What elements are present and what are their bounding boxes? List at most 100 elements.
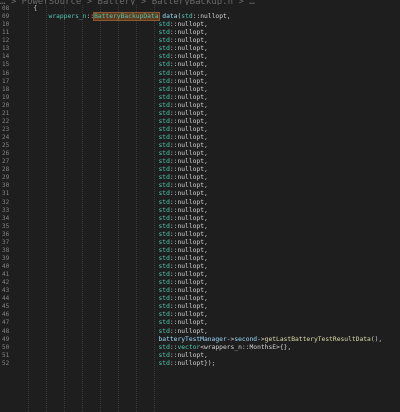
namespace-token: std xyxy=(158,351,170,359)
code-line[interactable]: 12 std::nullopt, xyxy=(0,37,400,45)
code-line[interactable]: 26 std::nullopt, xyxy=(0,150,400,158)
code-line[interactable]: 20 std::nullopt, xyxy=(0,102,400,110)
code-line[interactable]: 43 std::nullopt, xyxy=(0,287,400,295)
code-line[interactable]: 32 std::nullopt, xyxy=(0,199,400,207)
code-line[interactable]: 09 wrappers_n::BatteryBackupData data(st… xyxy=(0,12,400,22)
code-line[interactable]: 16 std::nullopt, xyxy=(0,70,400,78)
code-line[interactable]: 48 std::nullopt, xyxy=(0,328,400,336)
code-line[interactable]: 44 std::nullopt, xyxy=(0,295,400,303)
code-line[interactable]: 22 std::nullopt, xyxy=(0,118,400,126)
code-line[interactable]: 50 std::vector<wrappers_n::MonthsE>{}, xyxy=(0,344,400,352)
line-code: std::nullopt, xyxy=(22,279,207,287)
line-code: std::nullopt, xyxy=(22,328,207,336)
code-line[interactable]: 08 { xyxy=(0,5,400,13)
code-line[interactable]: 33 std::nullopt, xyxy=(0,207,400,215)
code-line[interactable]: 25 std::nullopt, xyxy=(0,142,400,150)
nullopt-token: ::nullopt, xyxy=(169,222,208,230)
nullopt-token: ::nullopt, xyxy=(169,166,208,174)
namespace-token: std xyxy=(158,125,170,133)
code-line[interactable]: 47 std::nullopt, xyxy=(0,319,400,327)
namespace-token: std xyxy=(158,271,170,279)
code-line[interactable]: 18 std::nullopt, xyxy=(0,86,400,94)
line-number: 50 xyxy=(2,343,10,351)
code-line[interactable]: 13 std::nullopt, xyxy=(0,45,400,53)
code-editor[interactable]: 08 {09 wrappers_n::BatteryBackupData dat… xyxy=(0,5,400,412)
type-token: vector xyxy=(177,343,201,351)
code-line[interactable]: 35 std::nullopt, xyxy=(0,223,400,231)
code-line[interactable]: 23 std::nullopt, xyxy=(0,126,400,134)
namespace-token: std xyxy=(158,303,170,311)
namespace-token: wrappers_n xyxy=(48,13,87,21)
namespace-token: std xyxy=(158,319,170,327)
nullopt-token: ::nullopt, xyxy=(169,174,208,182)
line-code: std::nullopt, xyxy=(22,351,207,360)
line-code: std::nullopt, xyxy=(22,231,207,239)
line-number: 44 xyxy=(2,295,10,303)
namespace-token: std xyxy=(158,295,170,303)
nullopt-token: ::nullopt, xyxy=(169,295,208,303)
code-line[interactable]: 24 std::nullopt, xyxy=(0,134,400,142)
line-code: std::nullopt, xyxy=(22,86,207,94)
code-line[interactable]: 45 std::nullopt, xyxy=(0,303,400,311)
identifier-token: batteryTestManager xyxy=(158,335,227,343)
line-code: batteryTestManager->second->getLastBatte… xyxy=(22,336,382,344)
line-code: std::vector<wrappers_n::MonthsE>{}, xyxy=(22,344,291,352)
namespace-token: std xyxy=(158,198,170,206)
nullopt-token: ::nullopt, xyxy=(169,198,208,206)
code-line[interactable]: 17 std::nullopt, xyxy=(0,78,400,86)
code-line[interactable]: 41 std::nullopt, xyxy=(0,271,400,279)
line-number: 10 xyxy=(2,21,10,29)
code-line[interactable]: 51 std::nullopt, xyxy=(0,352,400,360)
nullopt-token: ::nullopt, xyxy=(169,53,208,61)
line-number: 42 xyxy=(2,279,10,287)
code-line[interactable]: 21 std::nullopt, xyxy=(0,110,400,118)
code-line[interactable]: 28 std::nullopt, xyxy=(0,166,400,174)
line-code: std::nullopt, xyxy=(22,222,208,231)
line-number: 22 xyxy=(2,117,10,125)
code-line[interactable]: 37 std::nullopt, xyxy=(0,239,400,247)
nullopt-token: ::nullopt, xyxy=(169,37,208,45)
line-code: std::nullopt, xyxy=(22,263,208,271)
code-line[interactable]: 14 std::nullopt, xyxy=(0,53,400,61)
code-line[interactable]: 19 std::nullopt, xyxy=(0,94,400,102)
nullopt-token: ::nullopt, xyxy=(169,21,208,29)
line-code: std::nullopt, xyxy=(22,45,207,53)
line-code: std::nullopt, xyxy=(22,207,207,215)
line-code: std::nullopt, xyxy=(22,166,208,174)
namespace-token: std xyxy=(181,13,193,21)
line-code: std::nullopt, xyxy=(22,214,207,223)
code-line[interactable]: 42 std::nullopt, xyxy=(0,279,400,287)
nullopt-token: ::nullopt, xyxy=(169,254,208,262)
line-number: 18 xyxy=(2,85,10,93)
line-code: std::nullopt, xyxy=(22,78,207,86)
line-number: 08 xyxy=(2,5,10,12)
nullopt-token: ::nullopt}); xyxy=(169,359,216,367)
code-line[interactable]: 15 std::nullopt, xyxy=(0,61,400,69)
code-line[interactable]: 38 std::nullopt, xyxy=(0,247,400,255)
code-line[interactable]: 40 std::nullopt, xyxy=(0,263,400,271)
code-line[interactable]: 27 std::nullopt, xyxy=(0,158,400,166)
line-number: 39 xyxy=(2,254,10,262)
namespace-token: std xyxy=(158,53,170,61)
nullopt-token: ::nullopt, xyxy=(169,263,208,270)
code-line[interactable]: 39 std::nullopt, xyxy=(0,255,400,263)
line-code: std::nullopt, xyxy=(22,118,207,126)
code-line[interactable]: 46 std::nullopt, xyxy=(0,311,400,319)
line-code: std::nullopt, xyxy=(22,174,208,182)
namespace-token: std xyxy=(158,214,170,222)
code-line[interactable]: 52 std::nullopt}); xyxy=(0,360,400,368)
code-line[interactable]: 30 std::nullopt, xyxy=(0,182,400,190)
line-code: std::nullopt, xyxy=(22,190,207,198)
line-number: 43 xyxy=(2,287,10,295)
line-number: 33 xyxy=(2,206,10,214)
line-number: 32 xyxy=(2,198,10,206)
code-line[interactable]: 49 batteryTestManager->second->getLastBa… xyxy=(0,336,400,344)
code-line[interactable]: 36 std::nullopt, xyxy=(0,231,400,239)
code-line[interactable]: 29 std::nullopt, xyxy=(0,174,400,182)
nullopt-token: ::nullopt, xyxy=(169,311,208,319)
code-line[interactable]: 11 std::nullopt, xyxy=(0,29,400,37)
line-code: std::nullopt, xyxy=(22,125,207,134)
code-line[interactable]: 34 std::nullopt, xyxy=(0,215,400,223)
code-line[interactable]: 10 std::nullopt, xyxy=(0,21,400,29)
code-line[interactable]: 31 std::nullopt, xyxy=(0,190,400,198)
